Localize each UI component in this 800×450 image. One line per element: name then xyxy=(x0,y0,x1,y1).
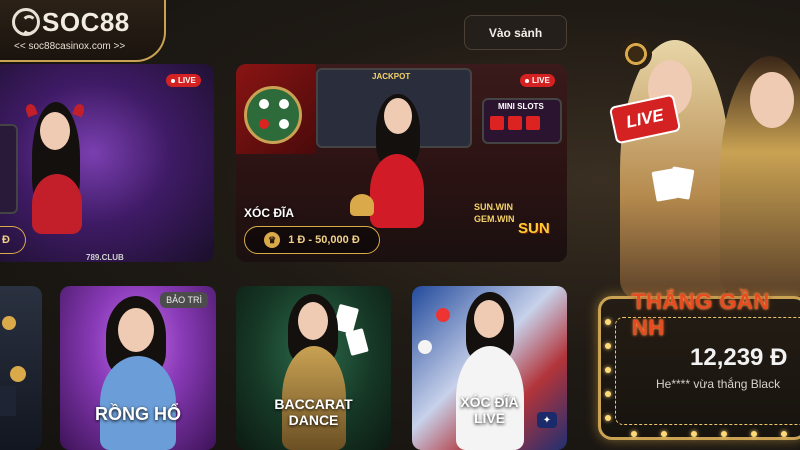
promo-model-face xyxy=(750,72,794,128)
dealer-body xyxy=(370,154,424,228)
game-card-partial[interactable] xyxy=(0,286,42,450)
bet-range-pill[interactable]: ♛ 1 Đ - 50,000 Đ xyxy=(244,226,380,254)
devil-horn-right xyxy=(72,102,86,118)
dice-icon xyxy=(490,116,504,130)
dealer-face xyxy=(118,308,154,352)
logo-subtitle: << soc88casinox.com >> xyxy=(14,41,126,52)
playing-card-icon xyxy=(345,328,369,356)
devil-horn-left xyxy=(24,102,38,118)
game-title: RỒNG HỔ xyxy=(94,404,181,424)
game-title: XÓC ĐĨA xyxy=(244,206,295,220)
live-badge: LIVE xyxy=(520,74,555,87)
dealer-face xyxy=(474,300,504,338)
game-card-baccarat-dance[interactable]: BACCARAT DANCE xyxy=(236,286,391,450)
light-bulb xyxy=(605,319,611,325)
bet-range-pill-partial[interactable]: Đ xyxy=(0,226,26,254)
sign-sun-win: SUN.WIN xyxy=(474,202,513,212)
white-coin xyxy=(259,99,269,109)
light-bulb xyxy=(781,431,787,437)
light-bulb xyxy=(605,415,611,421)
live-badge-label: LIVE xyxy=(178,76,196,85)
light-bulb xyxy=(721,431,727,437)
live-dot-icon xyxy=(171,78,175,83)
maintenance-badge: BẢO TRÌ xyxy=(160,292,208,308)
white-coin xyxy=(279,119,289,129)
dice-icon xyxy=(526,116,540,130)
white-coin xyxy=(279,99,289,109)
coin-icon xyxy=(436,308,450,322)
site-logo[interactable]: SOC88 << soc88casinox.com >> xyxy=(0,0,166,62)
dealer-table-screen xyxy=(0,124,18,214)
mini-slots-screen: MINI SLOTS xyxy=(482,98,562,144)
dealer-face xyxy=(40,112,70,150)
game-card-xoc-dia-live[interactable]: XÓC ĐĨA LIVE ✦ xyxy=(412,286,567,450)
game-title-line1: BACCARAT xyxy=(274,396,353,412)
bowl-icon xyxy=(350,194,374,216)
coin-icon xyxy=(2,316,16,330)
light-bulb xyxy=(631,431,637,437)
game-title-line2: DANCE xyxy=(288,412,339,428)
crown-icon: ♛ xyxy=(264,232,281,248)
light-bulb xyxy=(751,431,757,437)
dealer-body xyxy=(100,356,176,450)
game-card-xoc-dia[interactable]: JACKPOT MINI SLOTS XÓC ĐĨA LIVE SUN.WIN … xyxy=(236,64,567,262)
light-bulb xyxy=(605,367,611,373)
building-shape xyxy=(0,386,16,416)
logo-text: SOC88 xyxy=(42,7,130,37)
bet-range-text: Đ xyxy=(2,234,10,246)
live-dot-icon xyxy=(525,78,529,83)
dealer-face xyxy=(384,98,412,134)
light-bulb xyxy=(691,431,697,437)
game-card-live-dealer[interactable]: LIVE 789.CLUB 789 Đ xyxy=(0,64,214,262)
brand-subtext: 789.CLUB xyxy=(86,253,124,262)
coin-icon xyxy=(10,366,26,382)
winner-amount: 12,239 Đ xyxy=(690,344,788,371)
lobby-button[interactable]: Vào sảnh xyxy=(464,15,567,50)
live-badge: LIVE xyxy=(166,74,201,87)
magic-wand-icon[interactable]: ✦ xyxy=(537,412,557,428)
xoc-dia-plate-icon xyxy=(244,86,302,144)
coin-icon xyxy=(418,340,432,354)
dealer-body xyxy=(32,174,82,234)
bet-range-text: 1 Đ - 50,000 Đ xyxy=(288,234,360,246)
live-badge-label: LIVE xyxy=(532,76,550,85)
red-coin xyxy=(259,119,269,129)
sign-gem-win: GEM.WIN xyxy=(474,214,515,224)
dice-icon xyxy=(508,116,522,130)
light-bulb xyxy=(605,343,611,349)
brand-sun-logo: SUN xyxy=(518,220,550,237)
light-bulb xyxy=(605,391,611,397)
winner-message: He**** vừa thắng Black xyxy=(656,377,781,391)
winner-title: THẮNG GẦN NH xyxy=(632,289,770,340)
light-bulb xyxy=(661,431,667,437)
game-card-rong-ho[interactable]: BẢO TRÌ RỒNG HỔ xyxy=(60,286,216,450)
game-title-line1: XÓC ĐĨA xyxy=(460,394,519,410)
dealer-face xyxy=(298,302,328,340)
logo-mark-icon xyxy=(12,8,40,36)
jackpot-label: JACKPOT xyxy=(372,72,411,81)
mini-slots-label: MINI SLOTS xyxy=(498,102,544,111)
